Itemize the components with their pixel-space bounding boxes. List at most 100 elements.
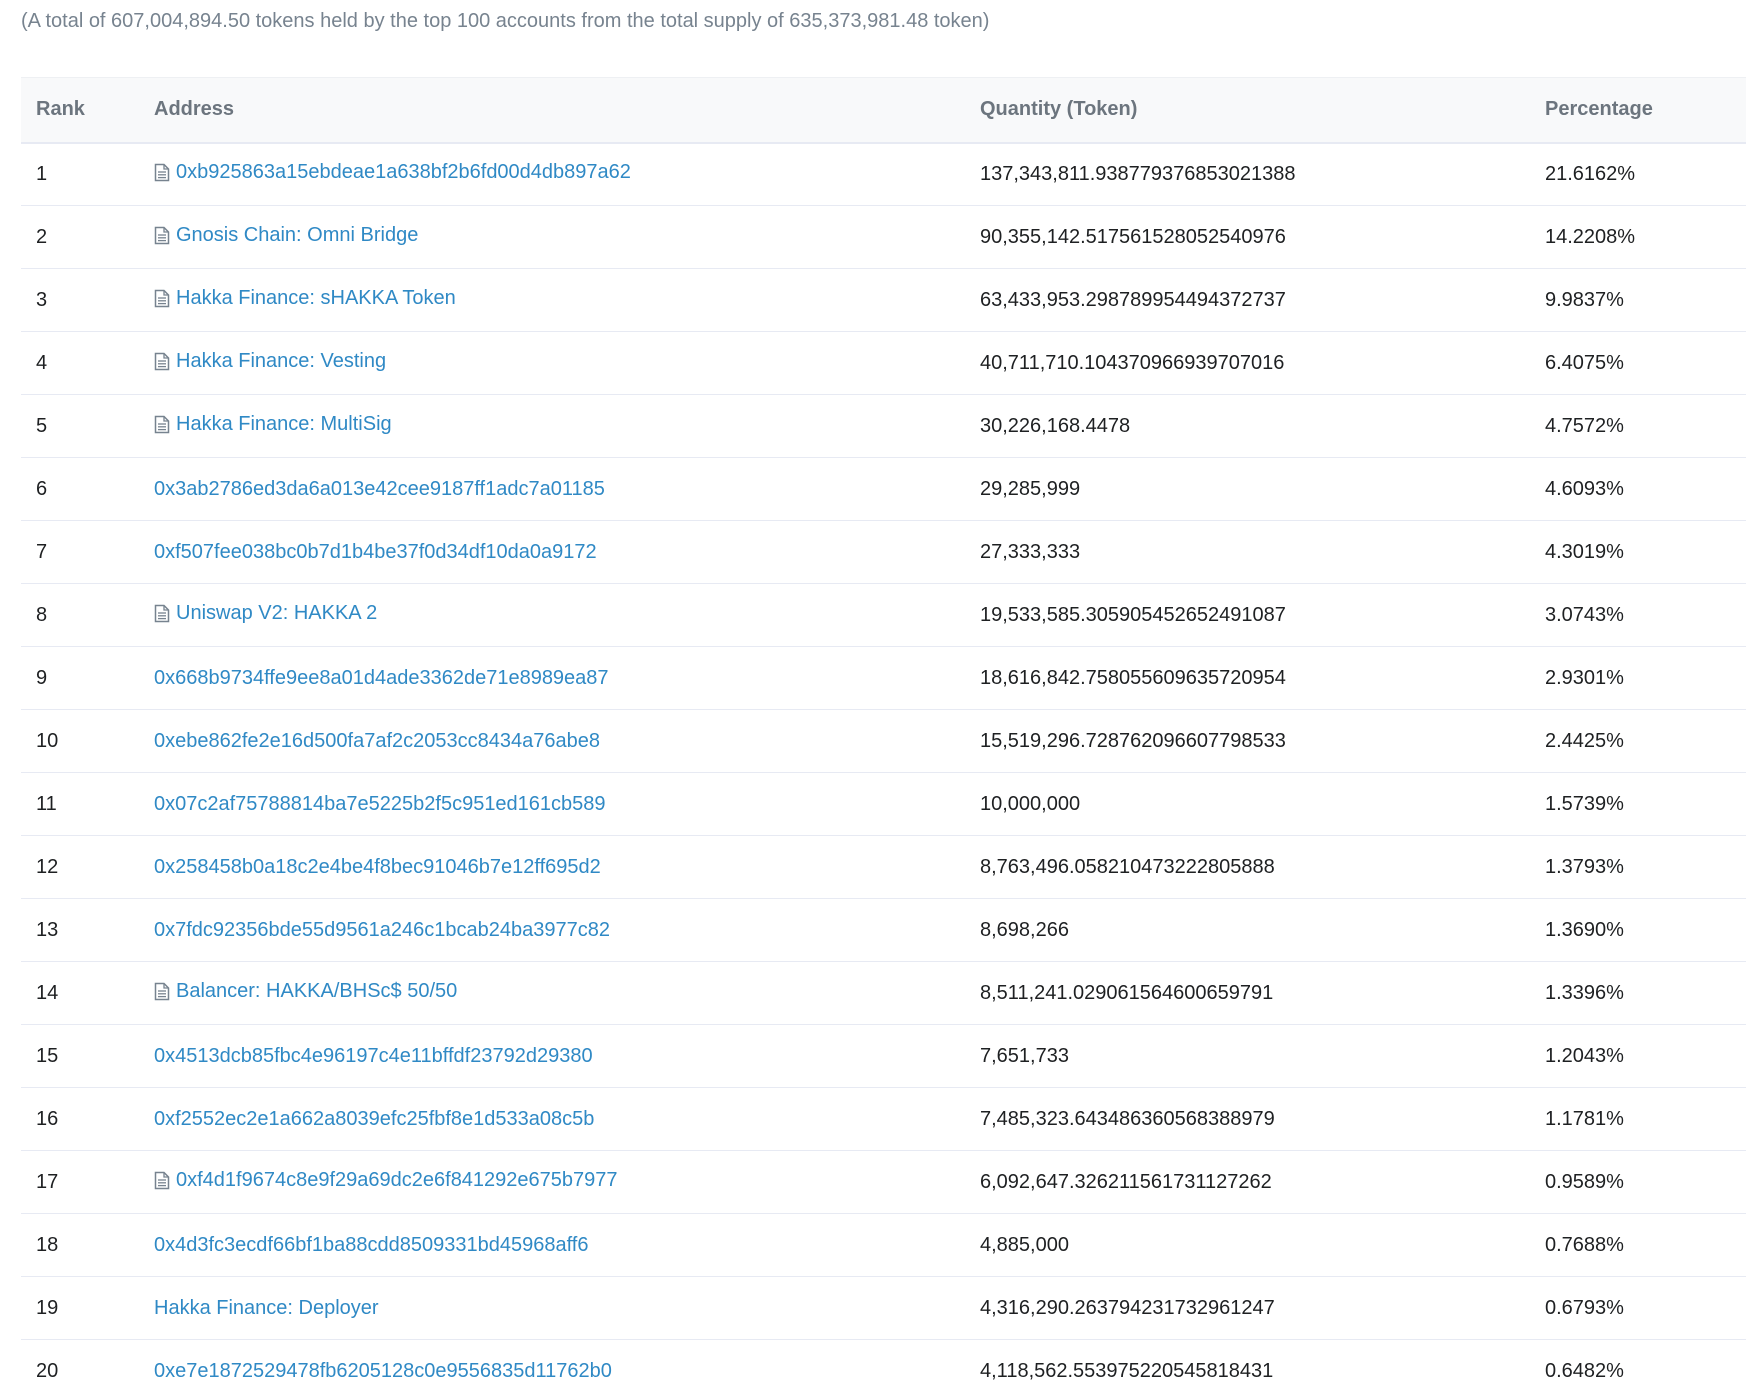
table-row: 7 0xf507fee038bc0b7d1b4be37f0d34df10da0a… — [21, 521, 1746, 584]
address-cell: 0xebe862fe2e16d500fa7af2c2053cc8434a76ab… — [148, 710, 974, 773]
quantity-cell: 8,511,241.029061564600659791 — [980, 981, 1274, 1004]
quantity-cell: 8,698,266 — [980, 918, 1069, 941]
holders-table-body: 1 0xb925863a15ebdeae1a638bf2b6fd00d4db89… — [21, 143, 1746, 1398]
address-cell: 0x07c2af75788814ba7e5225b2f5c951ed161cb5… — [148, 773, 974, 836]
address-text: Hakka Finance: MultiSig — [176, 412, 392, 435]
address-cell: 0x668b9734ffe9ee8a01d4ade3362de71e8989ea… — [148, 647, 974, 710]
address-text: Hakka Finance: Vesting — [176, 349, 387, 372]
token-holders-page: (A total of 607,004,894.50 tokens held b… — [0, 0, 1746, 1398]
rank-cell: 4 — [36, 351, 48, 374]
quantity-cell: 4,885,000 — [980, 1233, 1069, 1256]
address-cell: 0xf507fee038bc0b7d1b4be37f0d34df10da0a91… — [148, 521, 974, 584]
file-text-icon — [154, 352, 170, 371]
quantity-cell: 27,333,333 — [980, 540, 1081, 563]
rank-cell: 12 — [36, 855, 59, 878]
table-row: 1 0xb925863a15ebdeae1a638bf2b6fd00d4db89… — [21, 143, 1746, 206]
address-link[interactable]: 0xb925863a15ebdeae1a638bf2b6fd00d4db897a… — [154, 161, 631, 184]
address-link[interactable]: 0x3ab2786ed3da6a013e42cee9187ff1adc7a011… — [154, 478, 605, 501]
quantity-cell: 29,285,999 — [980, 477, 1081, 500]
table-row: 4 Hakka Finance: Vesting 40,711,710.1043… — [21, 332, 1746, 395]
address-text: 0xebe862fe2e16d500fa7af2c2053cc8434a76ab… — [154, 729, 600, 752]
address-link[interactable]: Gnosis Chain: Omni Bridge — [154, 224, 418, 247]
address-text: Hakka Finance: sHAKKA Token — [176, 286, 456, 309]
address-link[interactable]: 0x07c2af75788814ba7e5225b2f5c951ed161cb5… — [154, 793, 606, 816]
address-link[interactable]: 0xf2552ec2e1a662a8039efc25fbf8e1d533a08c… — [154, 1108, 594, 1131]
file-text-icon — [154, 289, 170, 308]
address-link[interactable]: Hakka Finance: sHAKKA Token — [154, 287, 456, 310]
address-text: Gnosis Chain: Omni Bridge — [176, 223, 419, 246]
quantity-cell: 4,118,562.553975220545818431 — [980, 1359, 1274, 1382]
file-text-icon — [154, 604, 170, 623]
address-cell: 0xb925863a15ebdeae1a638bf2b6fd00d4db897a… — [148, 143, 974, 206]
address-link[interactable]: 0xf4d1f9674c8e9f29a69dc2e6f841292e675b79… — [154, 1169, 618, 1192]
percentage-cell: 9.9837% — [1545, 288, 1624, 311]
address-cell: 0x4513dcb85fbc4e96197c4e11bffdf23792d293… — [148, 1025, 974, 1088]
holders-table-wrapper: Rank Address Quantity (Token) Percentage… — [21, 77, 1746, 1398]
rank-cell: 6 — [36, 477, 48, 500]
address-link[interactable]: Hakka Finance: Deployer — [154, 1297, 379, 1320]
address-cell: Hakka Finance: sHAKKA Token — [148, 269, 974, 332]
table-row: 2 Gnosis Chain: Omni Bridge 90,355,142.5… — [21, 206, 1746, 269]
percentage-cell: 1.3793% — [1545, 855, 1624, 878]
address-link[interactable]: 0x4513dcb85fbc4e96197c4e11bffdf23792d293… — [154, 1045, 593, 1068]
header-rank: Rank — [36, 98, 85, 121]
table-row: 14 Balancer: HAKKA/BHSc$ 50/50 8,511,241… — [21, 962, 1746, 1025]
address-text: 0xb925863a15ebdeae1a638bf2b6fd00d4db897a… — [176, 160, 631, 183]
file-text-icon — [154, 163, 170, 182]
address-cell: 0x3ab2786ed3da6a013e42cee9187ff1adc7a011… — [148, 458, 974, 521]
table-row: 10 0xebe862fe2e16d500fa7af2c2053cc8434a7… — [21, 710, 1746, 773]
quantity-cell: 137,343,811.938779376853021388 — [980, 162, 1296, 185]
quantity-cell: 7,485,323.643486360568388979 — [980, 1107, 1275, 1130]
percentage-cell: 3.0743% — [1545, 603, 1624, 626]
percentage-cell: 1.5739% — [1545, 792, 1624, 815]
holders-summary: (A total of 607,004,894.50 tokens held b… — [21, 10, 990, 32]
table-row: 6 0x3ab2786ed3da6a013e42cee9187ff1adc7a0… — [21, 458, 1746, 521]
address-text: 0xf4d1f9674c8e9f29a69dc2e6f841292e675b79… — [176, 1168, 618, 1191]
rank-cell: 18 — [36, 1233, 59, 1256]
address-link[interactable]: 0xe7e1872529478fb6205128c0e9556835d11762… — [154, 1360, 612, 1383]
table-row: 8 Uniswap V2: HAKKA 2 19,533,585.3059054… — [21, 584, 1746, 647]
table-row: 11 0x07c2af75788814ba7e5225b2f5c951ed161… — [21, 773, 1746, 836]
rank-cell: 2 — [36, 225, 48, 248]
quantity-cell: 4,316,290.263794231732961247 — [980, 1296, 1275, 1319]
rank-cell: 14 — [36, 981, 59, 1004]
address-link[interactable]: 0xf507fee038bc0b7d1b4be37f0d34df10da0a91… — [154, 541, 597, 564]
table-row: 13 0x7fdc92356bde55d9561a246c1bcab24ba39… — [21, 899, 1746, 962]
percentage-cell: 6.4075% — [1545, 351, 1624, 374]
percentage-cell: 1.3396% — [1545, 981, 1624, 1004]
address-cell: 0x7fdc92356bde55d9561a246c1bcab24ba3977c… — [148, 899, 974, 962]
address-link[interactable]: Uniswap V2: HAKKA 2 — [154, 602, 377, 625]
percentage-cell: 4.6093% — [1545, 477, 1624, 500]
address-link[interactable]: Hakka Finance: Vesting — [154, 350, 386, 373]
address-link[interactable]: 0x258458b0a18c2e4be4f8bec91046b7e12ff695… — [154, 856, 601, 879]
address-link[interactable]: 0x7fdc92356bde55d9561a246c1bcab24ba3977c… — [154, 919, 610, 942]
address-cell: 0xf4d1f9674c8e9f29a69dc2e6f841292e675b79… — [148, 1151, 974, 1214]
rank-cell: 19 — [36, 1296, 59, 1319]
address-text: 0x258458b0a18c2e4be4f8bec91046b7e12ff695… — [154, 855, 601, 878]
address-text: 0x3ab2786ed3da6a013e42cee9187ff1adc7a011… — [154, 477, 605, 500]
quantity-cell: 7,651,733 — [980, 1044, 1069, 1067]
rank-cell: 8 — [36, 603, 48, 626]
address-link[interactable]: Hakka Finance: MultiSig — [154, 413, 392, 436]
address-link[interactable]: Balancer: HAKKA/BHSc$ 50/50 — [154, 980, 457, 1003]
rank-cell: 13 — [36, 918, 59, 941]
address-link[interactable]: 0x4d3fc3ecdf66bf1ba88cdd8509331bd45968af… — [154, 1234, 588, 1257]
percentage-cell: 0.6793% — [1545, 1296, 1624, 1319]
file-text-icon — [154, 982, 170, 1001]
quantity-cell: 10,000,000 — [980, 792, 1081, 815]
address-text: Uniswap V2: HAKKA 2 — [176, 601, 378, 624]
address-cell: Hakka Finance: Deployer — [148, 1277, 974, 1340]
rank-cell: 17 — [36, 1170, 59, 1193]
percentage-cell: 2.4425% — [1545, 729, 1624, 752]
address-text: 0xe7e1872529478fb6205128c0e9556835d11762… — [154, 1359, 612, 1382]
address-link[interactable]: 0x668b9734ffe9ee8a01d4ade3362de71e8989ea… — [154, 667, 609, 690]
address-link[interactable]: 0xebe862fe2e16d500fa7af2c2053cc8434a76ab… — [154, 730, 600, 753]
percentage-cell: 0.7688% — [1545, 1233, 1624, 1256]
address-text: 0x07c2af75788814ba7e5225b2f5c951ed161cb5… — [154, 792, 606, 815]
address-cell: Hakka Finance: Vesting — [148, 332, 974, 395]
file-text-icon — [154, 415, 170, 434]
table-row: 17 0xf4d1f9674c8e9f29a69dc2e6f841292e675… — [21, 1151, 1746, 1214]
percentage-cell: 1.2043% — [1545, 1044, 1624, 1067]
percentage-cell: 21.6162% — [1545, 162, 1636, 185]
address-text: 0x4513dcb85fbc4e96197c4e11bffdf23792d293… — [154, 1044, 593, 1067]
